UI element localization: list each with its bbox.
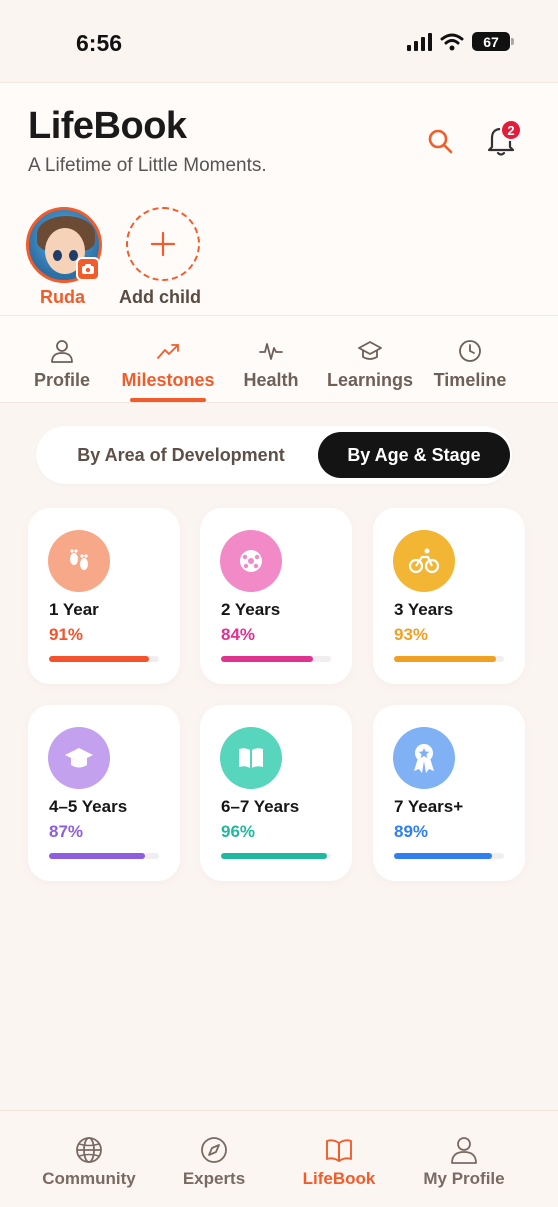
wifi-icon xyxy=(440,33,464,50)
milestone-card[interactable]: 4–5 Years 87% xyxy=(28,705,180,881)
graduation-cap-icon xyxy=(48,727,110,789)
progress-track xyxy=(221,853,331,859)
clock-icon xyxy=(459,340,481,362)
user-icon xyxy=(51,340,73,363)
search-icon[interactable] xyxy=(426,127,454,155)
nav-label: LifeBook xyxy=(302,1169,376,1188)
signal-icon xyxy=(407,32,432,51)
milestone-title: 3 Years xyxy=(394,600,454,619)
avatar-eye-left xyxy=(53,250,62,261)
ball-icon xyxy=(220,530,282,592)
progress-fill xyxy=(49,656,150,662)
milestone-percent: 84% xyxy=(221,625,256,644)
progress-fill xyxy=(49,853,145,859)
graduation-cap-icon xyxy=(358,341,382,360)
tab-label: Health xyxy=(243,370,299,390)
progress-track xyxy=(394,853,504,859)
add-child-label[interactable]: Add child xyxy=(119,287,201,308)
tab-label: Timeline xyxy=(433,370,507,390)
header: LifeBook A Lifetime of Little Moments. 2… xyxy=(0,82,558,403)
progress-fill xyxy=(394,853,492,859)
milestone-percent: 87% xyxy=(49,822,84,841)
app-subtitle: A Lifetime of Little Moments. xyxy=(28,155,267,176)
child-name[interactable]: Ruda xyxy=(40,287,85,308)
compass-icon xyxy=(201,1137,227,1163)
tab-learnings[interactable]: Learnings xyxy=(318,316,422,404)
milestone-title: 1 Year xyxy=(49,600,99,619)
milestone-title: 4–5 Years xyxy=(49,797,128,816)
trend-up-icon xyxy=(157,344,179,359)
progress-track xyxy=(49,853,159,859)
nav-experts[interactable]: Experts xyxy=(170,1111,258,1207)
pulse-icon xyxy=(259,343,283,360)
nav-lifebook[interactable]: LifeBook xyxy=(294,1111,384,1207)
add-child-button[interactable] xyxy=(126,207,200,281)
progress-fill xyxy=(221,656,314,662)
camera-icon[interactable] xyxy=(76,257,100,281)
book-open-icon xyxy=(326,1139,352,1162)
by-age-button[interactable]: By Age & Stage xyxy=(318,432,510,478)
section-tabs: Profile Milestones Health Learnings Time… xyxy=(0,315,558,403)
milestone-title: 6–7 Years xyxy=(221,797,300,816)
tab-timeline[interactable]: Timeline xyxy=(428,316,512,404)
user-icon xyxy=(451,1137,477,1164)
status-icons: 67 xyxy=(407,32,514,51)
milestone-title: 7 Years+ xyxy=(394,797,464,816)
milestone-card[interactable]: 1 Year 91% xyxy=(28,508,180,684)
by-area-button[interactable]: By Area of Development xyxy=(36,426,326,484)
plus-icon xyxy=(150,231,176,257)
battery-icon: 67 xyxy=(472,32,514,51)
progress-fill xyxy=(221,853,327,859)
bicycle-icon xyxy=(393,530,455,592)
footprints-icon xyxy=(48,530,110,592)
milestone-percent: 96% xyxy=(221,822,256,841)
status-time: 6:56 xyxy=(76,30,123,56)
active-tab-indicator xyxy=(130,398,206,402)
notification-badge: 2 xyxy=(500,119,522,141)
tab-label: Milestones xyxy=(121,370,215,390)
app-title: LifeBook xyxy=(28,105,187,147)
progress-fill xyxy=(394,656,497,662)
nav-label: Community xyxy=(42,1169,136,1188)
milestone-percent: 93% xyxy=(394,625,429,644)
milestone-card[interactable]: 2 Years 84% xyxy=(200,508,352,684)
globe-icon xyxy=(76,1137,102,1163)
status-bar: 6:56 67 xyxy=(0,0,558,82)
progress-track xyxy=(221,656,331,662)
book-icon xyxy=(220,727,282,789)
milestone-percent: 91% xyxy=(49,625,84,644)
milestone-card[interactable]: 7 Years+ 89% xyxy=(373,705,525,881)
nav-my-profile[interactable]: My Profile xyxy=(414,1111,514,1207)
progress-track xyxy=(394,656,504,662)
milestone-card[interactable]: 3 Years 93% xyxy=(373,508,525,684)
tab-profile[interactable]: Profile xyxy=(22,316,102,404)
progress-track xyxy=(49,656,159,662)
nav-community[interactable]: Community xyxy=(36,1111,142,1207)
tab-label: Profile xyxy=(33,370,90,390)
award-icon xyxy=(393,727,455,789)
nav-label: My Profile xyxy=(423,1169,505,1188)
tab-health[interactable]: Health xyxy=(234,316,308,404)
nav-label: Experts xyxy=(182,1169,246,1188)
tab-label: Learnings xyxy=(326,370,414,390)
view-toggle: By Area of Development By Age & Stage xyxy=(36,426,512,484)
bottom-nav: Community Experts LifeBook My Profile xyxy=(0,1110,558,1207)
milestone-card[interactable]: 6–7 Years 96% xyxy=(200,705,352,881)
tab-milestones[interactable]: Milestones xyxy=(112,316,224,404)
milestone-title: 2 Years xyxy=(221,600,281,619)
milestone-percent: 89% xyxy=(394,822,429,841)
